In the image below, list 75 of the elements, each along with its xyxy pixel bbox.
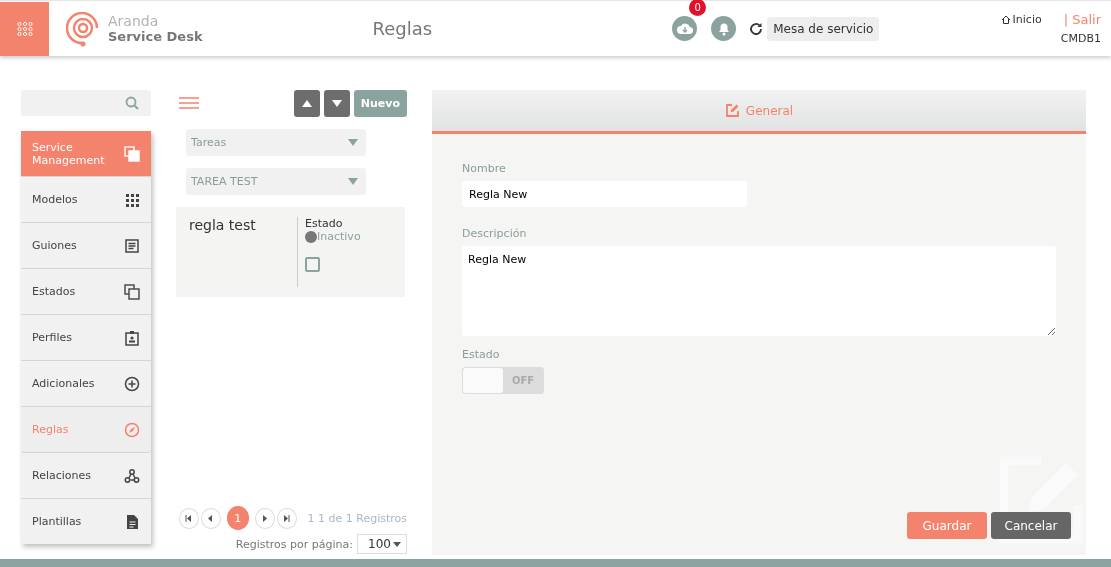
caret-icon [348,178,358,185]
home-icon [1000,15,1011,24]
compass-icon [124,421,140,438]
field-label: Descripción [462,227,528,240]
up-arrow-icon [301,100,312,107]
sidebar-item-label: Estados [32,285,77,298]
user-name: CMDB1 [1060,32,1101,45]
sidebar-item[interactable]: Estados [21,269,151,315]
copies-icon [124,283,140,300]
nodes-icon [124,467,140,484]
sidebar-item[interactable]: Guiones [21,223,151,269]
plus-icon [124,375,140,392]
next-page-button[interactable] [255,507,275,529]
brand-name: Aranda [108,12,160,29]
sidebar-item[interactable]: Modelos [21,177,151,223]
field-label: Nombre [462,162,507,175]
notifications-button[interactable] [711,16,737,41]
cancel-button[interactable]: Cancelar [991,512,1071,539]
previous-icon [208,514,214,522]
rule-name: regla test [189,217,257,235]
last-page-icon [283,514,291,522]
sidebar-item-label: Modelos [32,193,79,206]
download-button[interactable] [672,16,698,41]
search-icon [125,96,139,110]
cloud-download-icon [676,22,693,35]
rule-card[interactable]: regla test Estado Inactivo [176,207,405,297]
sidebar-item-label: Relaciones [32,469,93,482]
sidebar-item-label: Plantillas [32,515,83,528]
file-icon [124,513,140,530]
apps-menu-button[interactable] [0,1,49,56]
search-field[interactable] [21,90,151,116]
filter-value: Tareas [191,136,227,149]
per-page-label: Registros por página: [235,537,353,551]
state-label: Estado [305,217,344,230]
sidebar-item[interactable]: Plantillas [21,499,151,544]
logo-icon [66,9,100,48]
first-page-icon [185,514,193,522]
copies-icon [124,145,140,162]
caret-icon [348,139,358,146]
per-page-select[interactable]: 100 [357,534,407,554]
refresh-icon[interactable] [749,21,764,36]
first-page-button[interactable] [179,507,199,529]
previous-page-button[interactable] [200,507,221,529]
service-desk-select[interactable]: Mesa de servicio [767,16,880,41]
checkbox[interactable] [305,257,320,272]
filter-value: TAREA TEST [191,175,258,188]
state-value: Inactivo [317,230,361,243]
edit-icon [724,103,740,118]
grid-icon [124,191,140,208]
sidebar-item[interactable]: Relaciones [21,453,151,499]
brand-product: Service Desk [108,28,203,45]
sidebar-item-label: Service Management [32,140,106,167]
apps-icon [16,21,33,36]
notification-badge: 0 [689,0,707,16]
sidebar-item-label: Guiones [32,239,78,252]
page-title: Reglas [372,18,433,39]
move-down-button[interactable] [323,90,350,117]
sidebar-item-label: Perfiles [32,331,73,344]
sidebar-item[interactable]: Perfiles [21,315,151,361]
description-field[interactable]: Regla New [462,246,1056,336]
per-page-value: 100 [368,537,391,551]
name-field[interactable]: Regla New [462,181,747,207]
badge-icon [124,329,140,346]
field-label: Estado [462,348,501,361]
last-page-button[interactable] [276,507,297,529]
bell-icon [716,21,731,36]
move-up-button[interactable] [293,90,320,117]
doc-icon [124,237,140,254]
pagination-summary: 1 1 de 1 Registros [307,511,408,525]
next-icon [262,514,268,522]
sidebar-item-label: Adicionales [32,377,96,390]
home-link[interactable]: Inicio [1000,13,1042,26]
down-arrow-icon [331,100,342,107]
sidebar-item-label: Reglas [32,423,70,436]
caret-icon [393,541,401,547]
